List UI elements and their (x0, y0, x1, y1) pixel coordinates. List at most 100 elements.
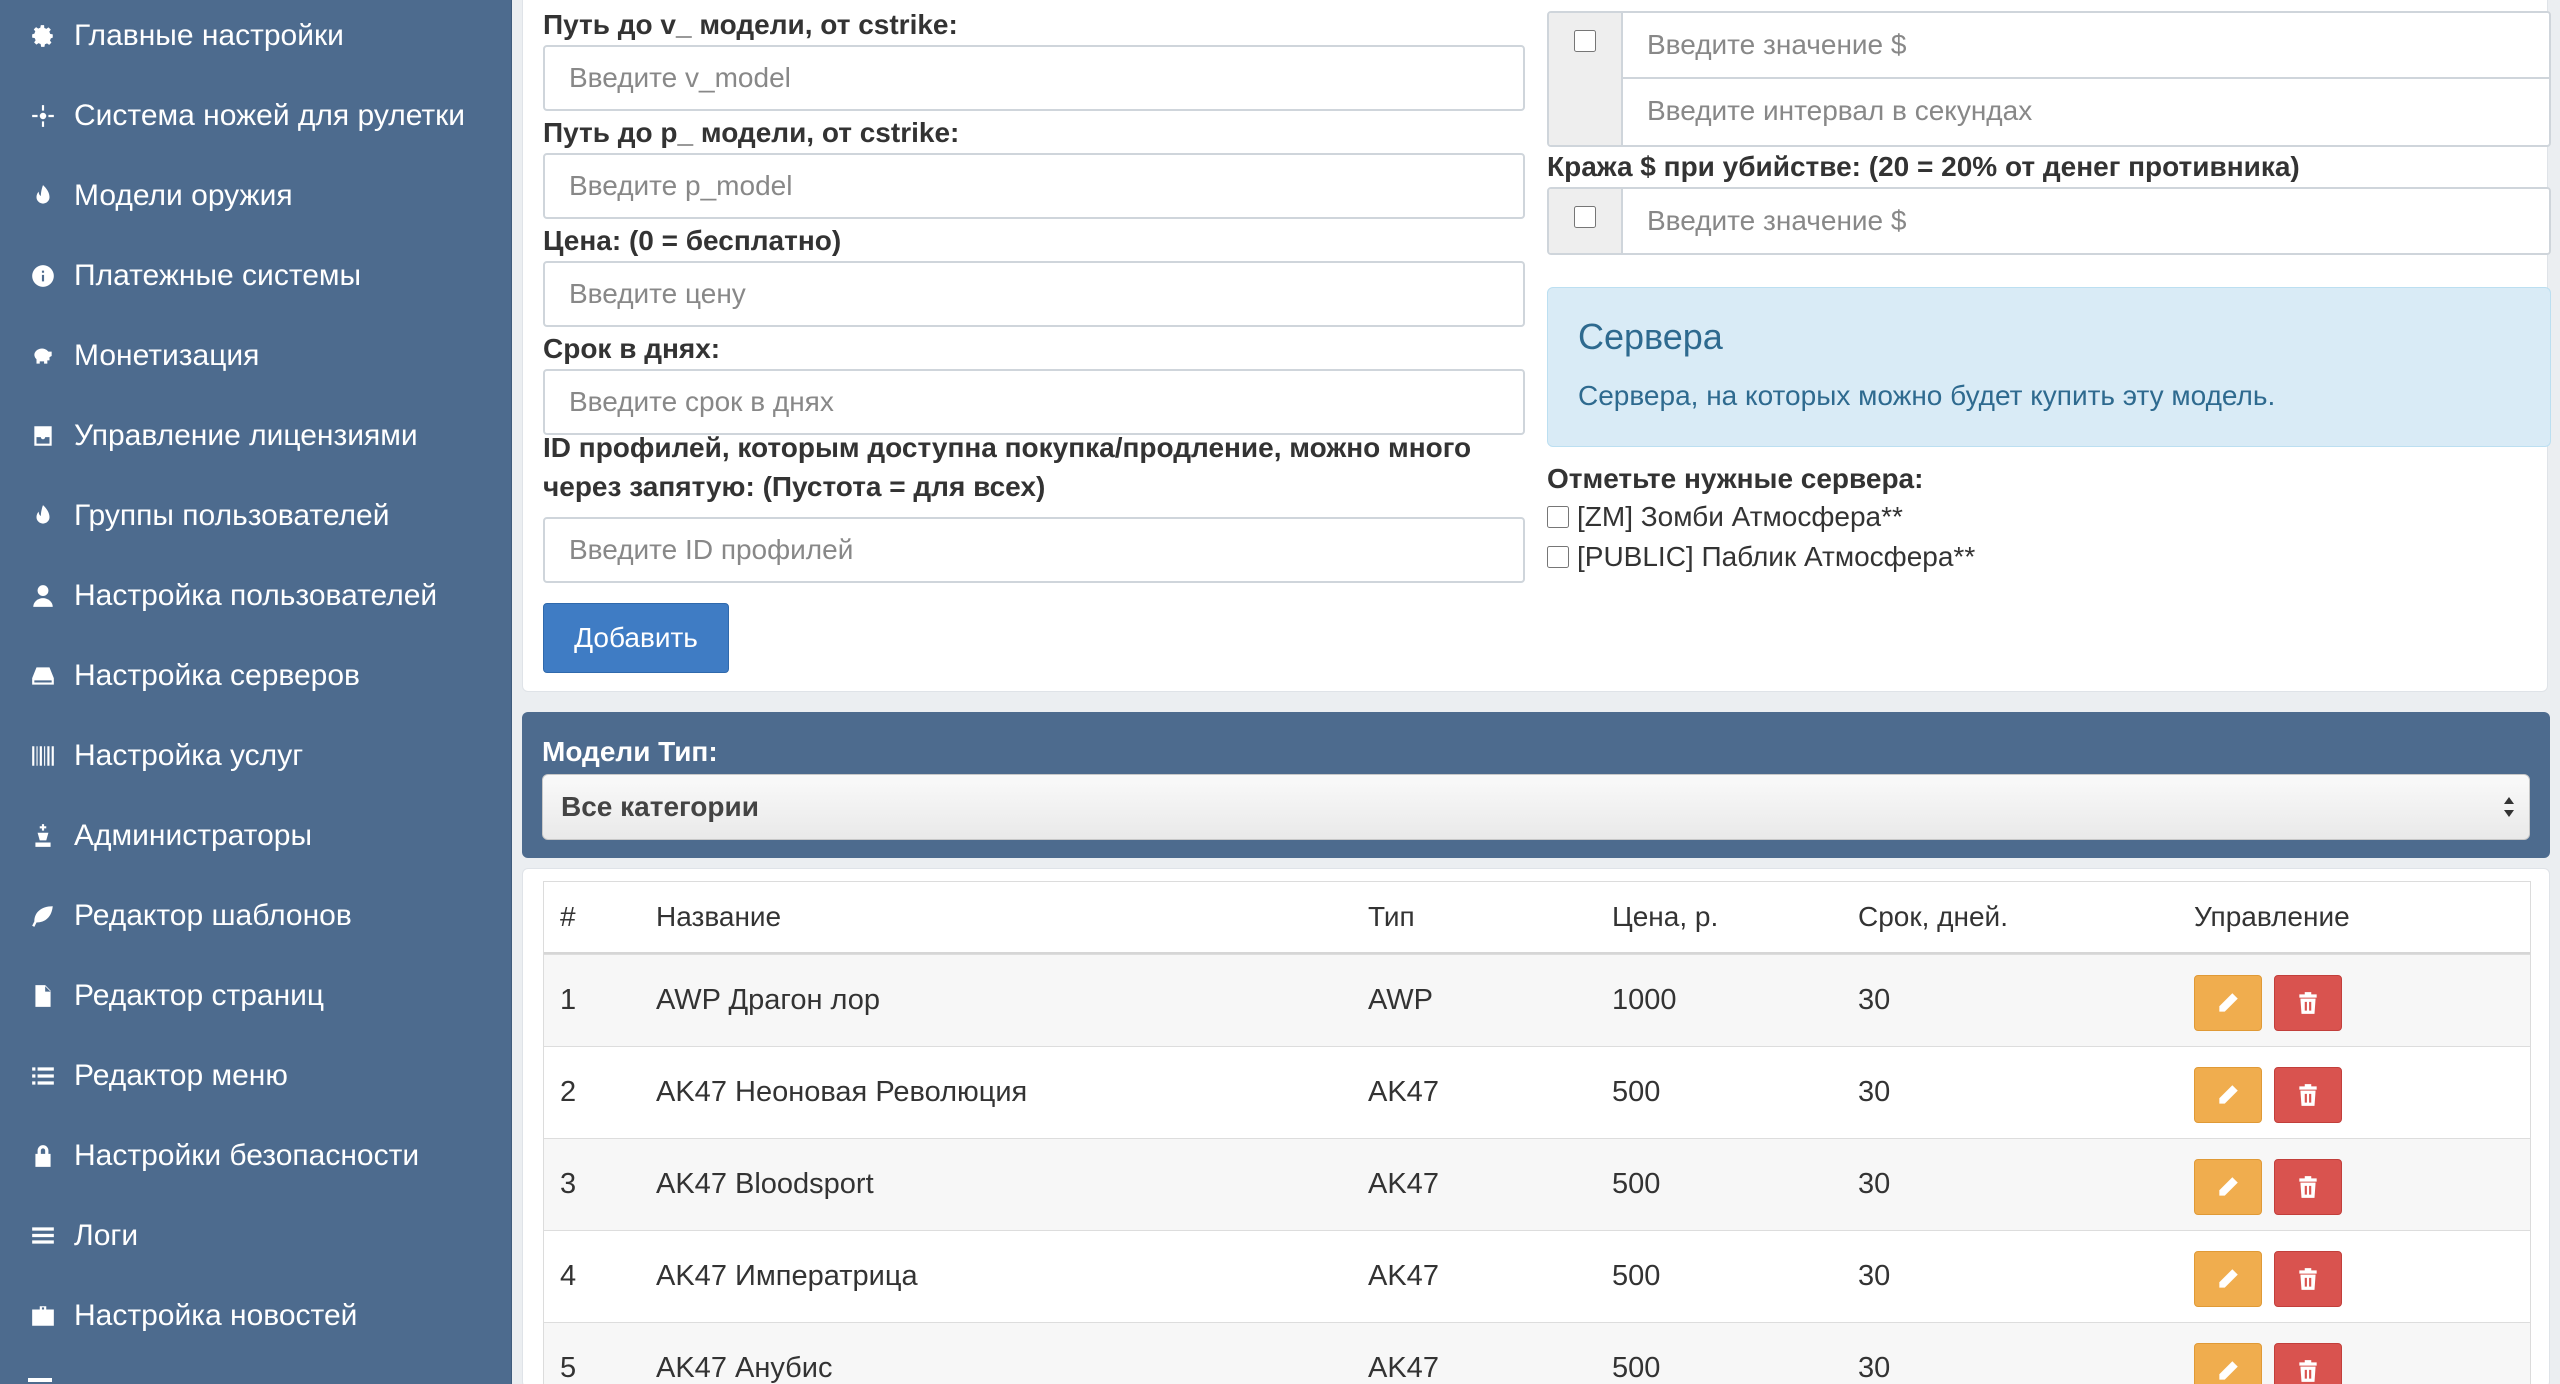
add-button[interactable]: Добавить (543, 603, 729, 673)
server-name: [PUBLIC] Паблик Атмосфера** (1577, 541, 1976, 572)
sidebar-item-label: Монетизация (74, 339, 260, 372)
sidebar-item-label: Настройка услуг (74, 739, 304, 772)
list-icon (28, 1061, 58, 1091)
sidebar-item-weapon-models[interactable]: Модели оружия (0, 156, 511, 236)
row-name: AWP Драгон лор (656, 984, 881, 1016)
model-type-selected: Все категории (561, 791, 759, 822)
row-term: 30 (1858, 1352, 1891, 1384)
sidebar-item-users[interactable]: Настройка пользователей (0, 556, 511, 636)
row-term: 30 (1858, 1168, 1891, 1200)
term-input[interactable] (543, 369, 1525, 435)
row-type: AWP (1368, 984, 1433, 1016)
sidebar-item-label: Настройка серверов (74, 659, 360, 692)
row-id: 3 (560, 1168, 577, 1200)
row-type: AK47 (1368, 1352, 1439, 1384)
sidebar-item-label: Модели оружия (74, 179, 293, 212)
edit-button[interactable] (2194, 1159, 2262, 1215)
server-checkbox[interactable] (1547, 506, 1569, 528)
pencil-icon (2219, 1361, 2238, 1380)
servers-label: Отметьте нужные сервера: (1547, 463, 1924, 494)
edit-button[interactable] (2194, 1067, 2262, 1123)
row-name: AK47 Bloodsport (656, 1168, 874, 1200)
header-cell-price[interactable]: Цена, р. (1612, 882, 1718, 952)
file-icon (28, 981, 58, 1011)
delete-button[interactable] (2274, 1159, 2342, 1215)
sidebar-item-user-groups[interactable]: Группы пользователей (0, 476, 511, 556)
fire-icon (28, 181, 58, 211)
sidebar-item-template-editor[interactable]: Редактор шаблонов (0, 876, 511, 956)
row-id: 2 (560, 1076, 577, 1108)
edit-button[interactable] (2194, 1343, 2262, 1384)
table-row: 1 AWP Драгон лор AWP 1000 30 (544, 954, 2530, 1046)
row-type: AK47 (1368, 1260, 1439, 1292)
price-input[interactable] (543, 261, 1525, 327)
profiles-input[interactable] (543, 517, 1525, 583)
money-bonus-checkbox[interactable] (1574, 30, 1596, 52)
header-cell-type[interactable]: Тип (1368, 882, 1415, 952)
sidebar-item-news[interactable]: Настройка новостей (0, 1276, 511, 1356)
p-model-label: Путь до p_ модели, от cstrike: (543, 117, 960, 148)
sidebar-item-security[interactable]: Настройки безопасности (0, 1116, 511, 1196)
main-content: Путь до v_ модели, от cstrike: Путь до p… (522, 0, 2560, 1384)
header-cell-name[interactable]: Название (656, 882, 781, 952)
sidebar-item-services[interactable]: Настройка услуг (0, 716, 511, 796)
row-price: 500 (1612, 1076, 1661, 1108)
crosshair-icon (28, 101, 58, 131)
row-type: AK47 (1368, 1168, 1439, 1200)
money-bonus-value-input[interactable] (1623, 13, 2549, 77)
king-icon (28, 821, 58, 851)
table-row: 2 AK47 Неоновая Революция AK47 500 30 (544, 1046, 2530, 1138)
sidebar-item-payment-systems[interactable]: Платежные системы (0, 236, 511, 316)
row-price: 500 (1612, 1168, 1661, 1200)
v-model-input[interactable] (543, 45, 1525, 111)
p-model-input[interactable] (543, 153, 1525, 219)
sidebar-item-licenses[interactable]: Управление лицензиями (0, 396, 511, 476)
trash-icon (2299, 992, 2317, 1014)
info-icon (28, 261, 58, 291)
steal-value-input[interactable] (1623, 189, 2549, 253)
steal-addon (1549, 189, 1623, 253)
sidebar-item-admins[interactable]: Администраторы (0, 796, 511, 876)
briefcase-icon (28, 1301, 58, 1331)
row-term: 30 (1858, 984, 1891, 1016)
row-term: 30 (1858, 1076, 1891, 1108)
delete-button[interactable] (2274, 1343, 2342, 1384)
sidebar-item-label: Редактор шаблонов (74, 899, 352, 932)
server-checkbox[interactable] (1547, 546, 1569, 568)
sidebar-item-label: Группы пользователей (74, 499, 390, 532)
row-price: 1000 (1612, 984, 1677, 1016)
row-type: AK47 (1368, 1076, 1439, 1108)
sidebar-item-knife-system[interactable]: Система ножей для рулетки (0, 76, 511, 156)
sidebar-item-monetization[interactable]: Монетизация (0, 316, 511, 396)
delete-button[interactable] (2274, 1251, 2342, 1307)
price-label: Цена: (0 = бесплатно) (543, 225, 842, 256)
edit-button[interactable] (2194, 975, 2262, 1031)
delete-button[interactable] (2274, 975, 2342, 1031)
sidebar-item-logs[interactable]: Логи (0, 1196, 511, 1276)
user-icon (28, 581, 58, 611)
sidebar-item-main-settings[interactable]: Главные настройки (0, 0, 511, 76)
table-row: 5 AK47 Анубис AK47 500 30 (544, 1322, 2530, 1384)
sidebar: Главные настройки Система ножей для руле… (0, 0, 512, 1384)
delete-button[interactable] (2274, 1067, 2342, 1123)
sidebar-item-label: Логи (74, 1219, 139, 1252)
steal-checkbox[interactable] (1574, 206, 1596, 228)
v-model-label: Путь до v_ модели, от cstrike: (543, 9, 958, 40)
server-option[interactable]: [ZM] Зомби Атмосфера** (1547, 501, 1903, 533)
servers-info-text: Сервера, на которых можно будет купить э… (1578, 380, 2276, 411)
sidebar-item-label: Настройка новостей (74, 1299, 358, 1332)
money-bonus-interval-input[interactable] (1623, 79, 2549, 143)
model-type-select[interactable]: Все категории (542, 774, 2530, 840)
row-name: AK47 Анубис (656, 1352, 833, 1384)
edit-button[interactable] (2194, 1251, 2262, 1307)
align-justify-icon (28, 1221, 58, 1251)
header-cell-term[interactable]: Срок, дней. (1858, 882, 2008, 952)
trash-icon (2299, 1176, 2317, 1198)
header-cell-actions: Управление (2194, 901, 2350, 932)
sidebar-item-page-editor[interactable]: Редактор страниц (0, 956, 511, 1036)
sidebar-item-servers[interactable]: Настройка серверов (0, 636, 511, 716)
hdd-icon (28, 661, 58, 691)
server-option[interactable]: [PUBLIC] Паблик Атмосфера** (1547, 541, 1975, 573)
table-row: 3 AK47 Bloodsport AK47 500 30 (544, 1138, 2530, 1230)
sidebar-item-menu-editor[interactable]: Редактор меню (0, 1036, 511, 1116)
